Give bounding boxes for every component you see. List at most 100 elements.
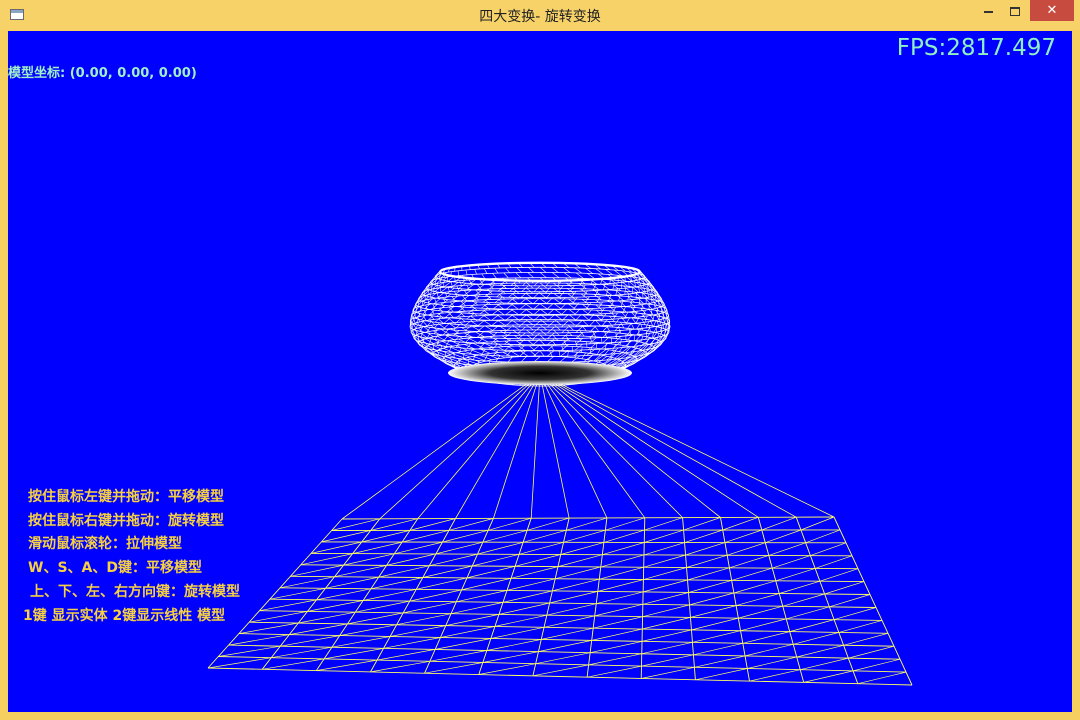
wireframe-edge <box>554 308 562 315</box>
grid-line <box>472 553 520 567</box>
grid-line <box>642 604 690 618</box>
grid-line <box>456 590 508 603</box>
wireframe-edge <box>533 291 541 298</box>
title-bar[interactable]: 四大变换- 旋转变换 ✕ <box>0 0 1080 30</box>
grid-line <box>422 565 473 578</box>
grid-line <box>262 658 325 670</box>
grid-line <box>600 554 645 568</box>
grid-line <box>853 658 901 672</box>
help-line-mouse-right: 按住鼠标右键并拖动：旋转模型 <box>28 513 224 529</box>
grid-line <box>814 555 853 569</box>
projection-ray <box>539 373 570 519</box>
wireframe-edge <box>430 294 432 300</box>
grid-line <box>772 555 811 569</box>
grid-line <box>644 517 683 531</box>
wireframe-edge <box>484 268 488 274</box>
grid-line <box>720 517 750 682</box>
wireframe-edge <box>417 301 419 307</box>
wireframe-edge <box>436 283 438 289</box>
wireframe-edge <box>451 296 456 302</box>
wireframe-edge <box>630 323 635 330</box>
grid-line <box>684 529 723 543</box>
wireframe-edge <box>561 314 568 322</box>
grid-line <box>749 669 801 682</box>
grid-line <box>800 657 849 671</box>
help-line-wheel: 滑动鼠标滚轮：拉伸模型 <box>28 536 182 552</box>
wireframe-edge <box>633 349 642 357</box>
wireframe-edge <box>539 345 546 352</box>
projection-ray <box>455 373 541 519</box>
grid-line <box>390 625 446 637</box>
wireframe-edge <box>600 342 609 350</box>
wireframe-edge <box>474 269 477 275</box>
grid-line <box>599 566 644 580</box>
wireframe-edge <box>646 337 650 344</box>
wireframe-edge <box>458 338 469 345</box>
grid-line <box>641 654 694 667</box>
wireframe-edge <box>515 272 522 279</box>
grid-line <box>642 617 691 630</box>
minimize-button[interactable] <box>975 0 1001 22</box>
wireframe-edge <box>575 320 583 327</box>
wireframe-edge <box>573 349 582 357</box>
wireframe-edge <box>532 315 541 322</box>
grid-line <box>775 568 816 582</box>
wireframe-edge <box>499 330 509 336</box>
grid-line <box>793 632 839 645</box>
grid-line <box>640 517 646 679</box>
wireframe-edge <box>441 329 450 335</box>
model-bottom-disc <box>448 361 632 385</box>
maximize-button[interactable] <box>1002 0 1028 22</box>
grid-line <box>729 555 769 569</box>
projection-ray <box>341 373 541 520</box>
wireframe-edge <box>511 324 520 331</box>
grid-line <box>643 579 688 593</box>
grid-line <box>596 591 644 605</box>
wireframe-edge <box>527 272 534 278</box>
grid-line <box>686 554 728 568</box>
wireframe-edge <box>479 308 488 315</box>
grid-line <box>810 542 847 556</box>
grid-line <box>386 553 436 566</box>
grid-line <box>563 529 606 543</box>
wireframe-edge <box>450 328 460 334</box>
grid-line <box>466 565 516 579</box>
wireframe-edge <box>604 343 608 350</box>
fps-counter: FPS:2817.497 <box>896 35 1056 61</box>
grid-line <box>795 517 859 684</box>
3d-viewport[interactable]: 模型坐标: (0.00, 0.00, 0.00) FPS:2817.497 按住… <box>8 31 1072 712</box>
window-title: 四大变换- 旋转变换 <box>479 9 601 25</box>
wireframe-edge <box>485 325 494 332</box>
grid-line <box>280 587 871 595</box>
wireframe-edge <box>633 341 638 348</box>
grid-line <box>557 554 603 567</box>
wireframe-edge <box>593 294 602 301</box>
grid-line <box>642 592 689 605</box>
grid-line <box>591 628 643 641</box>
wireframe-edge <box>653 320 657 327</box>
wireframe-edge <box>564 272 572 279</box>
wireframe-edge <box>520 291 528 298</box>
grid-line <box>597 579 644 592</box>
wireframe-edge <box>539 266 547 273</box>
close-button[interactable]: ✕ <box>1030 0 1074 21</box>
wireframe-edge <box>613 312 618 320</box>
grid-line <box>298 611 356 624</box>
wireframe-edge <box>571 355 581 363</box>
grid-line <box>757 517 805 683</box>
grid-line <box>490 626 545 639</box>
wireframe-edge <box>528 267 535 273</box>
grid-line <box>482 529 528 543</box>
wireframe-edge <box>539 272 547 278</box>
wireframe-edge <box>483 315 491 321</box>
grid-line <box>541 627 594 640</box>
grid-line <box>218 645 281 657</box>
wireframe-edge <box>512 293 519 299</box>
wireframe-edge <box>429 314 435 320</box>
wireframe-edge <box>444 291 448 298</box>
grid-line <box>331 529 841 531</box>
grid-line <box>641 629 692 642</box>
wireframe-edge <box>525 319 534 325</box>
wireframe-edge <box>519 350 527 357</box>
grid-line <box>742 631 790 644</box>
